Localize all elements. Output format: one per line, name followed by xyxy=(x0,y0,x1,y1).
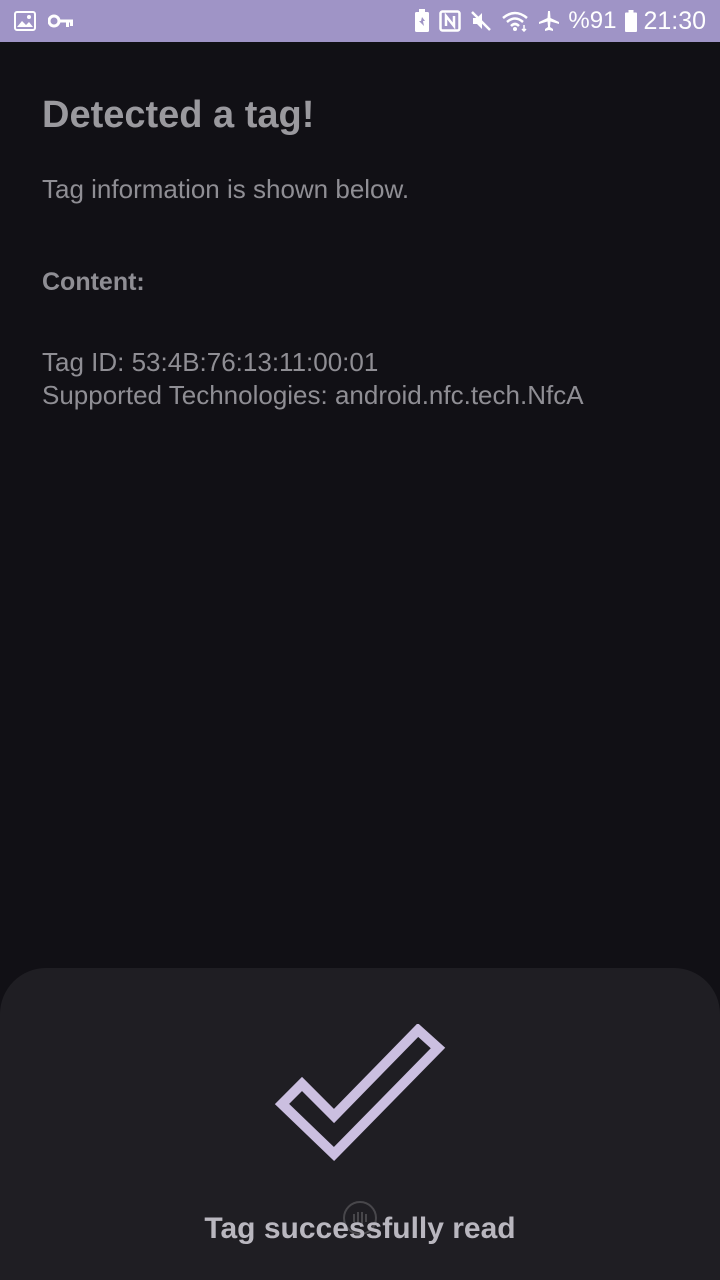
airplane-icon xyxy=(538,10,560,32)
checkmark-icon xyxy=(274,1024,446,1162)
supported-technologies-text: Supported Technologies: android.nfc.tech… xyxy=(42,380,584,410)
success-message: Tag successfully read xyxy=(204,1212,516,1245)
subtitle: Tag information is shown below. xyxy=(42,174,410,204)
nfc-result-sheet: Tag successfully read xyxy=(0,968,720,1280)
battery-icon xyxy=(625,10,638,32)
mute-icon xyxy=(470,10,492,32)
clock: 21:30 xyxy=(643,6,706,35)
content-label: Content: xyxy=(42,268,145,296)
nfc-icon xyxy=(439,10,462,32)
vpn-key-icon xyxy=(48,13,74,29)
tag-id-text: Tag ID: 53:4B:76:13:11:00:01 xyxy=(42,347,379,377)
status-left xyxy=(14,11,86,31)
battery-percentage: %91 xyxy=(568,7,617,34)
page-title: Detected a tag! xyxy=(42,94,315,136)
screen: %91 21:30 Detected a tag! Tag informatio… xyxy=(0,0,720,1280)
status-bar: %91 21:30 xyxy=(0,0,720,42)
status-right: %91 21:30 xyxy=(405,7,706,36)
battery-saver-icon xyxy=(414,9,430,33)
wifi-icon xyxy=(501,10,529,32)
image-icon xyxy=(14,11,36,31)
